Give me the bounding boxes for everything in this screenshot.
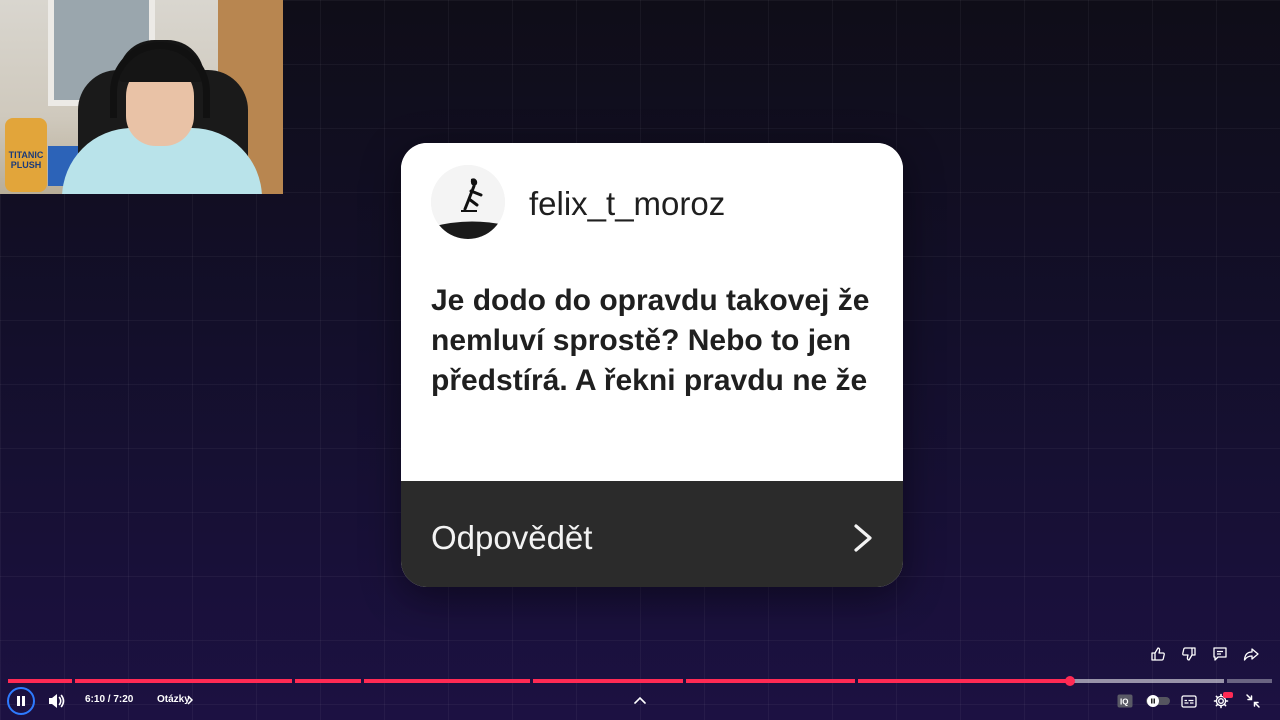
dislike-button[interactable] — [1173, 641, 1204, 667]
chevron-right-icon — [854, 524, 872, 552]
chapter-segment-played — [858, 679, 1070, 683]
iq-icon: IQ — [1117, 694, 1133, 708]
like-button[interactable] — [1142, 641, 1173, 667]
exit-fullscreen-icon — [1246, 694, 1260, 708]
chapter-segment-remaining — [1070, 679, 1224, 683]
question-text: Je dodo do opravdu takovej že nemluví sp… — [431, 284, 870, 397]
progress-bar[interactable] — [8, 676, 1272, 686]
time-display: 6:10 / 7:20 — [85, 694, 134, 705]
question-card: felix_t_moroz Je dodo do opravdu takovej… — [401, 143, 903, 587]
autoplay-toggle-icon — [1146, 695, 1170, 707]
subtitles-button[interactable] — [1180, 693, 1198, 709]
volume-button[interactable] — [46, 691, 66, 711]
chevron-right-icon — [187, 695, 194, 705]
share-button[interactable] — [1235, 641, 1266, 667]
reply-label: Odpovědět — [431, 519, 593, 556]
chapter-segment — [75, 679, 292, 683]
exit-fullscreen-button[interactable] — [1244, 693, 1262, 709]
iq-button[interactable]: IQ — [1116, 693, 1134, 709]
question-card-body: felix_t_moroz Je dodo do opravdu takovej… — [401, 143, 903, 481]
comment-icon — [1212, 647, 1227, 661]
thumbs-up-icon — [1150, 647, 1165, 661]
hd-badge — [1223, 692, 1233, 698]
chapter-segment — [295, 679, 361, 683]
subtitles-icon — [1181, 694, 1197, 708]
pause-icon — [17, 696, 25, 706]
pause-button[interactable] — [7, 687, 35, 715]
scrubber-handle[interactable] — [1065, 676, 1075, 686]
svg-text:IQ: IQ — [1120, 698, 1128, 707]
share-icon — [1243, 648, 1259, 661]
video-actions — [1142, 641, 1266, 667]
autoplay-toggle[interactable] — [1146, 693, 1170, 709]
username: felix_t_moroz — [529, 185, 726, 222]
webcam-overlay: TITANIC PLUSH — [0, 0, 283, 194]
comments-button[interactable] — [1204, 641, 1235, 667]
chapter-title[interactable]: Otázky — [157, 694, 190, 705]
reply-button[interactable]: Odpovědět — [401, 481, 903, 587]
player-controls: 6:10 / 7:20 Otázky IQ — [0, 686, 1280, 720]
chapter-segment — [533, 679, 683, 683]
avatar — [431, 165, 505, 239]
chapter-segment — [364, 679, 530, 683]
volume-icon — [49, 694, 65, 708]
webcam-plush-text: TITANIC PLUSH — [8, 150, 44, 170]
chapter-segment-remaining — [1227, 679, 1272, 683]
chevron-up-icon[interactable] — [632, 694, 648, 706]
chapter-segment — [686, 679, 855, 683]
chapter-segment — [8, 679, 72, 683]
thumbs-down-icon — [1181, 647, 1196, 661]
